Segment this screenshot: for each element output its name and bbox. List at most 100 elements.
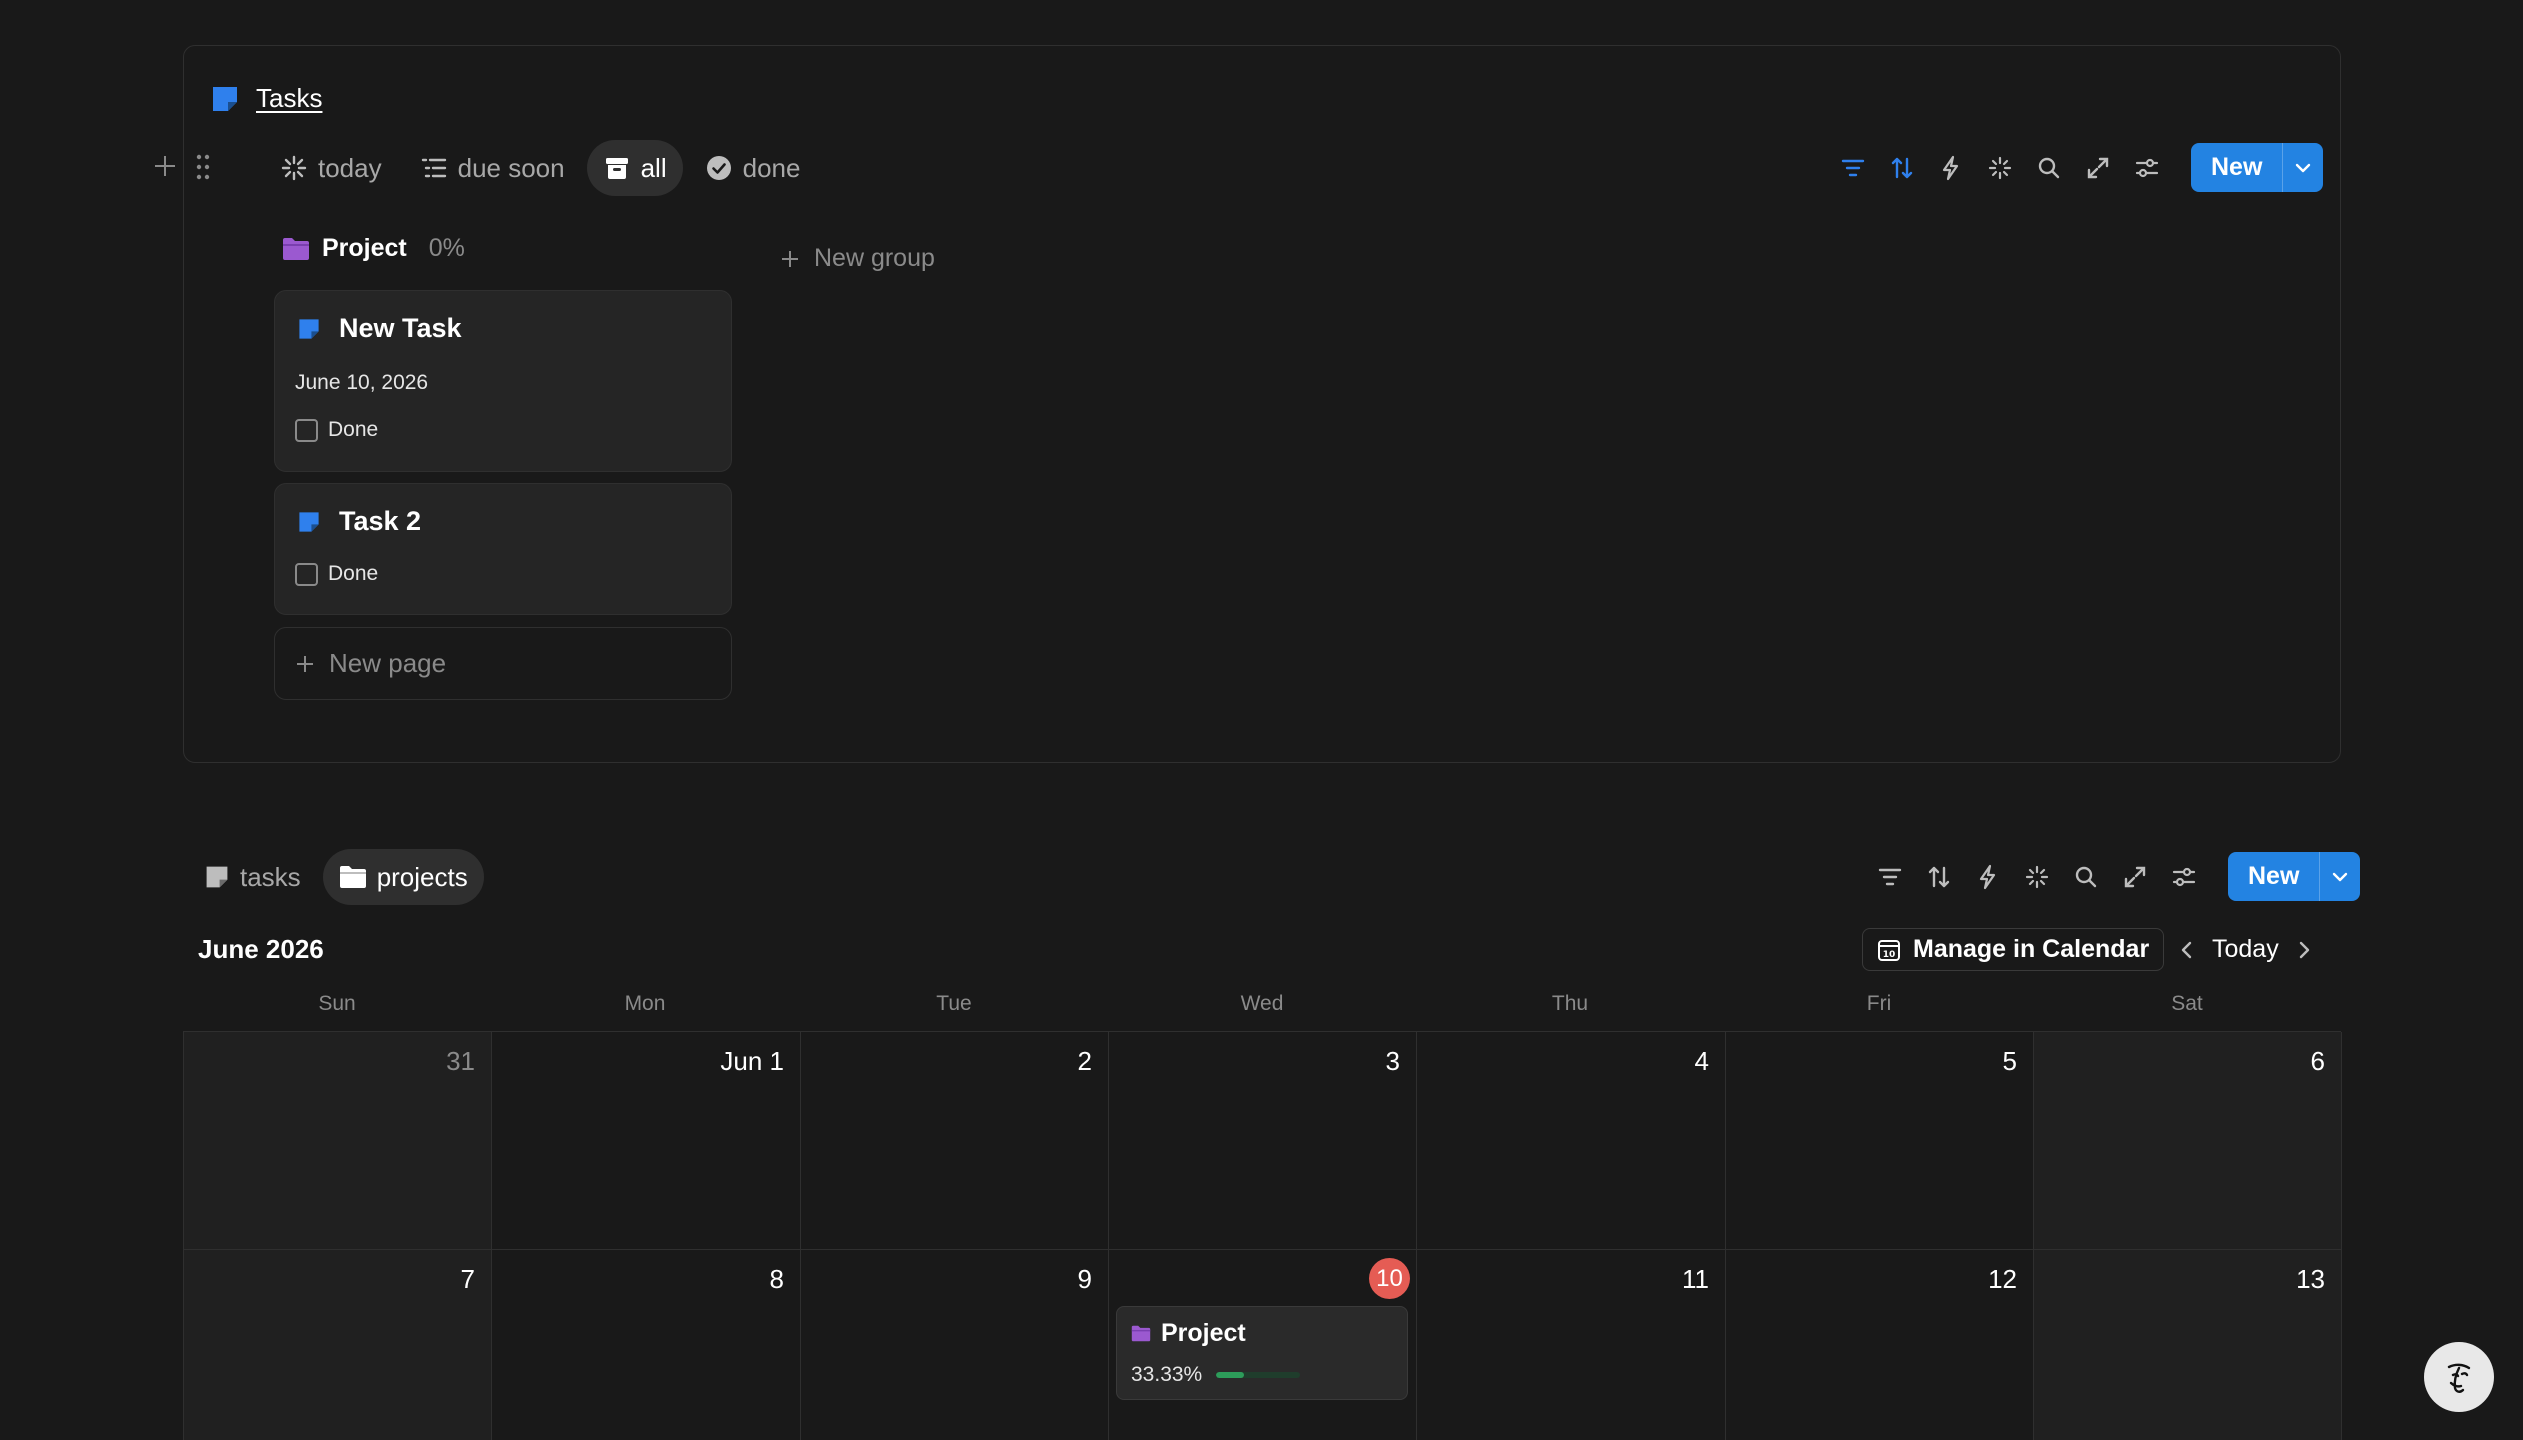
task-card[interactable]: New Task June 10, 2026 Done (274, 290, 732, 472)
calendar-day[interactable]: 31 (184, 1032, 492, 1250)
task-page-icon (297, 510, 321, 534)
archive-icon (603, 154, 631, 182)
day-number: 6 (2310, 1046, 2325, 1076)
chevron-left-icon[interactable] (2176, 939, 2198, 961)
manage-in-calendar-button[interactable]: 10 Manage in Calendar (1862, 928, 2165, 971)
done-checkbox[interactable] (295, 418, 318, 442)
card-title-text: New Task (339, 313, 462, 343)
svg-text:10: 10 (1883, 950, 1896, 960)
page-icon (204, 864, 230, 890)
new-group-button[interactable]: New group (780, 244, 935, 273)
done-label: Done (328, 418, 379, 441)
calendar-day[interactable]: Jun 1 (492, 1032, 801, 1250)
day-number: Jun 1 (720, 1046, 784, 1076)
new-button: New (2228, 852, 2361, 901)
progress-text: 33.33% (1131, 1363, 1203, 1386)
plus-icon (780, 249, 800, 269)
settings-sliders-icon[interactable] (2122, 143, 2171, 192)
card-date: June 10, 2026 (295, 371, 429, 394)
new-button-main[interactable]: New (2228, 852, 2319, 901)
card-title-text: Task 2 (339, 506, 422, 536)
calendar-day[interactable]: 7 (184, 1250, 492, 1440)
calendar-day[interactable]: 3 (1109, 1032, 1417, 1250)
tab-done[interactable]: done (689, 140, 817, 196)
weekday-header: Fri (1866, 992, 1892, 1015)
calendar-day[interactable]: 6 (2034, 1032, 2342, 1250)
filter-icon[interactable] (1828, 143, 1877, 192)
calendar-day[interactable]: 8 (492, 1250, 801, 1440)
tab-today[interactable]: today (264, 140, 398, 196)
calendar-day[interactable]: 9 (801, 1250, 1109, 1440)
chevron-down-icon (2294, 159, 2312, 177)
weekday-header: Mon (624, 992, 666, 1015)
done-property: Done (295, 562, 378, 586)
weekday-header: Thu (1551, 992, 1589, 1015)
settings-sliders-icon[interactable] (2159, 852, 2208, 901)
expand-icon[interactable] (2110, 852, 2159, 901)
month-label: June 2026 (198, 934, 324, 964)
tab-label: due soon (457, 152, 565, 183)
chevron-right-icon[interactable] (2293, 939, 2315, 961)
lightning-icon[interactable] (1926, 143, 1975, 192)
tab-projects[interactable]: projects (322, 849, 484, 905)
manage-label: Manage in Calendar (1913, 935, 2150, 963)
drag-handle-icon[interactable] (195, 153, 211, 181)
help-assistant-button[interactable] (2424, 1342, 2494, 1412)
group-progress: 0% (428, 234, 465, 262)
tasks-toolbar: New (1828, 143, 2324, 192)
task-page-icon (297, 317, 321, 341)
tab-all[interactable]: all (586, 140, 683, 196)
day-number: 11 (1682, 1264, 1709, 1294)
progress-bar (1216, 1372, 1301, 1378)
sparkle-icon[interactable] (2012, 852, 2061, 901)
search-icon[interactable] (2061, 852, 2110, 901)
folder-icon (339, 865, 367, 889)
calendar-day[interactable]: 12 (1726, 1250, 2034, 1440)
sort-icon[interactable] (1914, 852, 1963, 901)
lightning-icon[interactable] (1963, 852, 2012, 901)
new-page-button[interactable]: New page (274, 627, 732, 700)
search-icon[interactable] (2024, 143, 2073, 192)
list-icon (420, 154, 448, 182)
progress-bar-fill (1216, 1372, 1245, 1378)
new-options-button[interactable] (2319, 852, 2360, 901)
new-options-button[interactable] (2282, 143, 2323, 192)
calendar-day[interactable]: 2 (801, 1032, 1109, 1250)
tab-due-soon[interactable]: due soon (404, 140, 581, 196)
sparkle-loading-icon (280, 154, 308, 182)
sort-icon[interactable] (1877, 143, 1926, 192)
add-block-icon[interactable] (153, 154, 177, 178)
event-title: Project (1131, 1319, 1246, 1348)
day-number: 31 (446, 1046, 475, 1076)
sparkle-icon[interactable] (1975, 143, 2024, 192)
tab-tasks[interactable]: tasks (188, 849, 317, 905)
assistant-face-icon (2439, 1357, 2479, 1397)
task-page-icon (210, 84, 240, 114)
expand-icon[interactable] (2073, 143, 2122, 192)
today-date-badge: 10 (1369, 1258, 1410, 1299)
weekday-header: Sat (2171, 992, 2203, 1015)
calendar-day[interactable]: 13 (2034, 1250, 2342, 1440)
tasks-view-tabs: today due soon all done (264, 140, 816, 196)
filter-icon[interactable] (1865, 852, 1914, 901)
calendar-nav: Today (2176, 928, 2315, 971)
done-property: Done (295, 418, 378, 442)
calendar-toolbar: New (1865, 852, 2361, 901)
calendar-day[interactable]: 4 (1417, 1032, 1726, 1250)
done-checkbox[interactable] (295, 562, 318, 586)
database-title-text[interactable]: Tasks (256, 83, 322, 114)
today-button[interactable]: Today (2212, 935, 2279, 964)
day-number: 7 (460, 1264, 475, 1294)
folder-icon (1131, 1325, 1151, 1342)
calendar-event-card[interactable]: Project 33.33% (1116, 1306, 1408, 1400)
calendar-day[interactable]: 11 (1417, 1250, 1726, 1440)
database-title[interactable]: Tasks (210, 83, 322, 114)
day-number: 9 (1077, 1264, 1092, 1294)
plus-icon (295, 654, 315, 674)
calendar-day[interactable]: 5 (1726, 1032, 2034, 1250)
done-label: Done (328, 562, 379, 585)
new-button-main[interactable]: New (2191, 143, 2282, 192)
task-card[interactable]: Task 2 Done (274, 483, 732, 615)
board-group-header[interactable]: Project 0% (282, 234, 465, 263)
day-number: 3 (1385, 1046, 1400, 1076)
